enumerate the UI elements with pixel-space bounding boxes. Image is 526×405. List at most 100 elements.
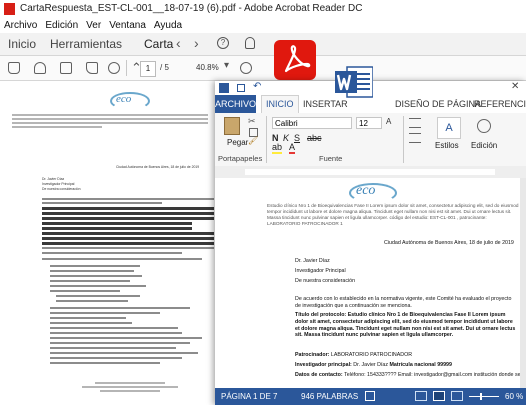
quick-save-icon[interactable] — [237, 84, 245, 92]
list-item — [50, 337, 202, 339]
print-layout-icon[interactable] — [433, 391, 445, 401]
zoom-slider[interactable] — [469, 396, 499, 397]
tab-archivo[interactable]: ARCHIVO — [215, 95, 256, 113]
tab-inicio-word[interactable]: INICIO — [261, 95, 299, 113]
footer-line — [100, 390, 160, 392]
web-layout-icon[interactable] — [451, 391, 463, 401]
tab-document[interactable]: Carta — [144, 37, 173, 51]
list-item — [50, 352, 198, 354]
styles-icon[interactable]: A — [437, 117, 461, 139]
zoom-dropdown-icon[interactable]: ▾ — [224, 60, 229, 71]
zoom-in-icon[interactable] — [240, 62, 252, 74]
tab-herramientas[interactable]: Herramientas — [50, 37, 122, 51]
pi-label: Investigador principal: — [295, 362, 352, 368]
print-icon[interactable] — [60, 62, 72, 74]
ribbon-separator — [266, 116, 267, 163]
text-line — [42, 227, 192, 230]
menu-ver[interactable]: Ver — [86, 20, 101, 31]
list-item — [50, 285, 146, 287]
toolbar-separator — [126, 60, 127, 76]
status-words[interactable]: 946 PALABRAS — [301, 392, 358, 401]
tab-scroll-left-icon[interactable]: ‹ — [176, 35, 181, 51]
vertical-scrollbar[interactable] — [520, 178, 526, 388]
acrobat-title-bar: CartaRespuesta_EST-CL-001__18-07-19 (6).… — [0, 0, 526, 17]
text-line — [42, 258, 202, 260]
list-item — [50, 357, 182, 359]
group-clipboard-label: Portapapeles — [218, 154, 263, 163]
ribbon-separator — [403, 116, 404, 163]
acrobat-tab-bar: Inicio Herramientas Carta ‹ › ? — [0, 33, 526, 56]
align-left-icon[interactable] — [409, 133, 421, 143]
contact-value: Teléfono: 154333???? Email: investigador… — [344, 372, 521, 378]
word-logo-icon — [335, 63, 373, 101]
word-app-icon — [219, 83, 229, 93]
status-page[interactable]: PÁGINA 1 DE 7 — [221, 392, 277, 401]
undo-icon[interactable]: ↶ — [253, 81, 261, 92]
paste-button[interactable]: Pegar — [227, 138, 248, 147]
list-item — [50, 270, 134, 272]
text-line — [42, 207, 214, 210]
header-paragraph: Estudio clínico Nro 1 de Bioequivalencia… — [267, 203, 519, 226]
strikethrough-icon[interactable]: abc — [307, 133, 322, 143]
grow-font-icon[interactable]: A — [386, 117, 391, 126]
acrobat-addressee-name: Dr. Javier Díaz — [42, 177, 65, 181]
search-icon[interactable] — [108, 62, 120, 74]
list-item — [50, 342, 190, 344]
sponsor-value: LABORATORIO PATROCINADOR — [330, 352, 413, 358]
tab-scroll-right-icon[interactable]: › — [194, 35, 199, 51]
bullets-icon[interactable] — [409, 118, 421, 128]
status-zoom[interactable]: 60 % — [505, 392, 523, 401]
menu-ventana[interactable]: Ventana — [109, 20, 146, 31]
list-item — [56, 300, 128, 302]
text-line — [12, 118, 208, 120]
text-line — [42, 247, 214, 249]
proofing-icon[interactable] — [365, 391, 375, 401]
text-line — [42, 252, 182, 254]
email-icon[interactable] — [86, 62, 98, 74]
word-city-date: Ciudad Autónoma de Buenos Aires, 18 de j… — [384, 240, 514, 246]
acrobat-window-title: CartaRespuesta_EST-CL-001__18-07-19 (6).… — [20, 3, 363, 14]
list-item — [50, 327, 178, 329]
font-color-icon[interactable]: A — [289, 143, 296, 154]
pdf-file-icon — [4, 2, 15, 15]
menu-ayuda[interactable]: Ayuda — [154, 20, 182, 31]
font-name-select[interactable]: Calibri — [272, 117, 352, 129]
contact-label: Datos de contacto: — [295, 372, 343, 378]
notifications-icon[interactable] — [245, 37, 255, 49]
help-icon[interactable]: ? — [217, 37, 229, 49]
sponsor-line: Patrocinador: LABORATORIO PATROCINADOR — [295, 352, 517, 359]
zoom-slider-thumb[interactable] — [480, 393, 482, 400]
text-line — [42, 202, 162, 204]
word-status-bar: PÁGINA 1 DE 7 946 PALABRAS 60 % — [215, 388, 526, 405]
zoom-value[interactable]: 40.8% — [196, 63, 219, 72]
close-icon[interactable]: ✕ — [511, 81, 519, 92]
tab-referencias[interactable]: REFERENCIAS — [474, 99, 526, 109]
read-mode-icon[interactable] — [415, 391, 427, 401]
cut-icon[interactable]: ✂ — [248, 116, 256, 127]
text-line — [12, 114, 208, 116]
tab-diseno-de-pagina[interactable]: DISEÑO DE PÁGINA — [395, 99, 481, 109]
menu-edicion[interactable]: Edición — [45, 20, 78, 31]
addressee-name: Dr. Javier Díaz — [295, 258, 330, 264]
tab-inicio[interactable]: Inicio — [8, 37, 36, 51]
eco-logo-word: eco — [356, 183, 376, 198]
format-painter-icon[interactable]: 🖌 — [248, 136, 258, 145]
highlight-icon[interactable]: ab — [272, 143, 283, 154]
acrobat-addressee-role: Investigador Principal — [42, 182, 75, 186]
list-item — [50, 317, 126, 319]
upload-icon[interactable] — [34, 62, 46, 74]
find-icon[interactable] — [477, 119, 491, 133]
acrobat-salutation: De nuestra consideración — [42, 187, 81, 191]
save-icon[interactable] — [8, 62, 20, 74]
editing-button[interactable]: Edición — [471, 141, 497, 150]
page-number-input[interactable]: 1 — [140, 61, 156, 77]
font-size-select[interactable]: 12 — [356, 117, 382, 129]
paste-icon[interactable] — [224, 117, 240, 135]
acrobat-toolbar: ⌃ 1 / 5 40.8% ▾ — [0, 56, 526, 81]
intro-paragraph: De acuerdo con lo establecido en la norm… — [295, 296, 512, 309]
list-item — [50, 290, 120, 292]
acrobat-city-date: Ciudad Autónoma de Buenos Aires, 18 de j… — [116, 165, 200, 169]
menu-archivo[interactable]: Archivo — [4, 20, 37, 31]
styles-button[interactable]: Estilos — [435, 141, 459, 150]
pi-line: Investigador principal: Dr. Javier Díaz … — [295, 362, 521, 369]
